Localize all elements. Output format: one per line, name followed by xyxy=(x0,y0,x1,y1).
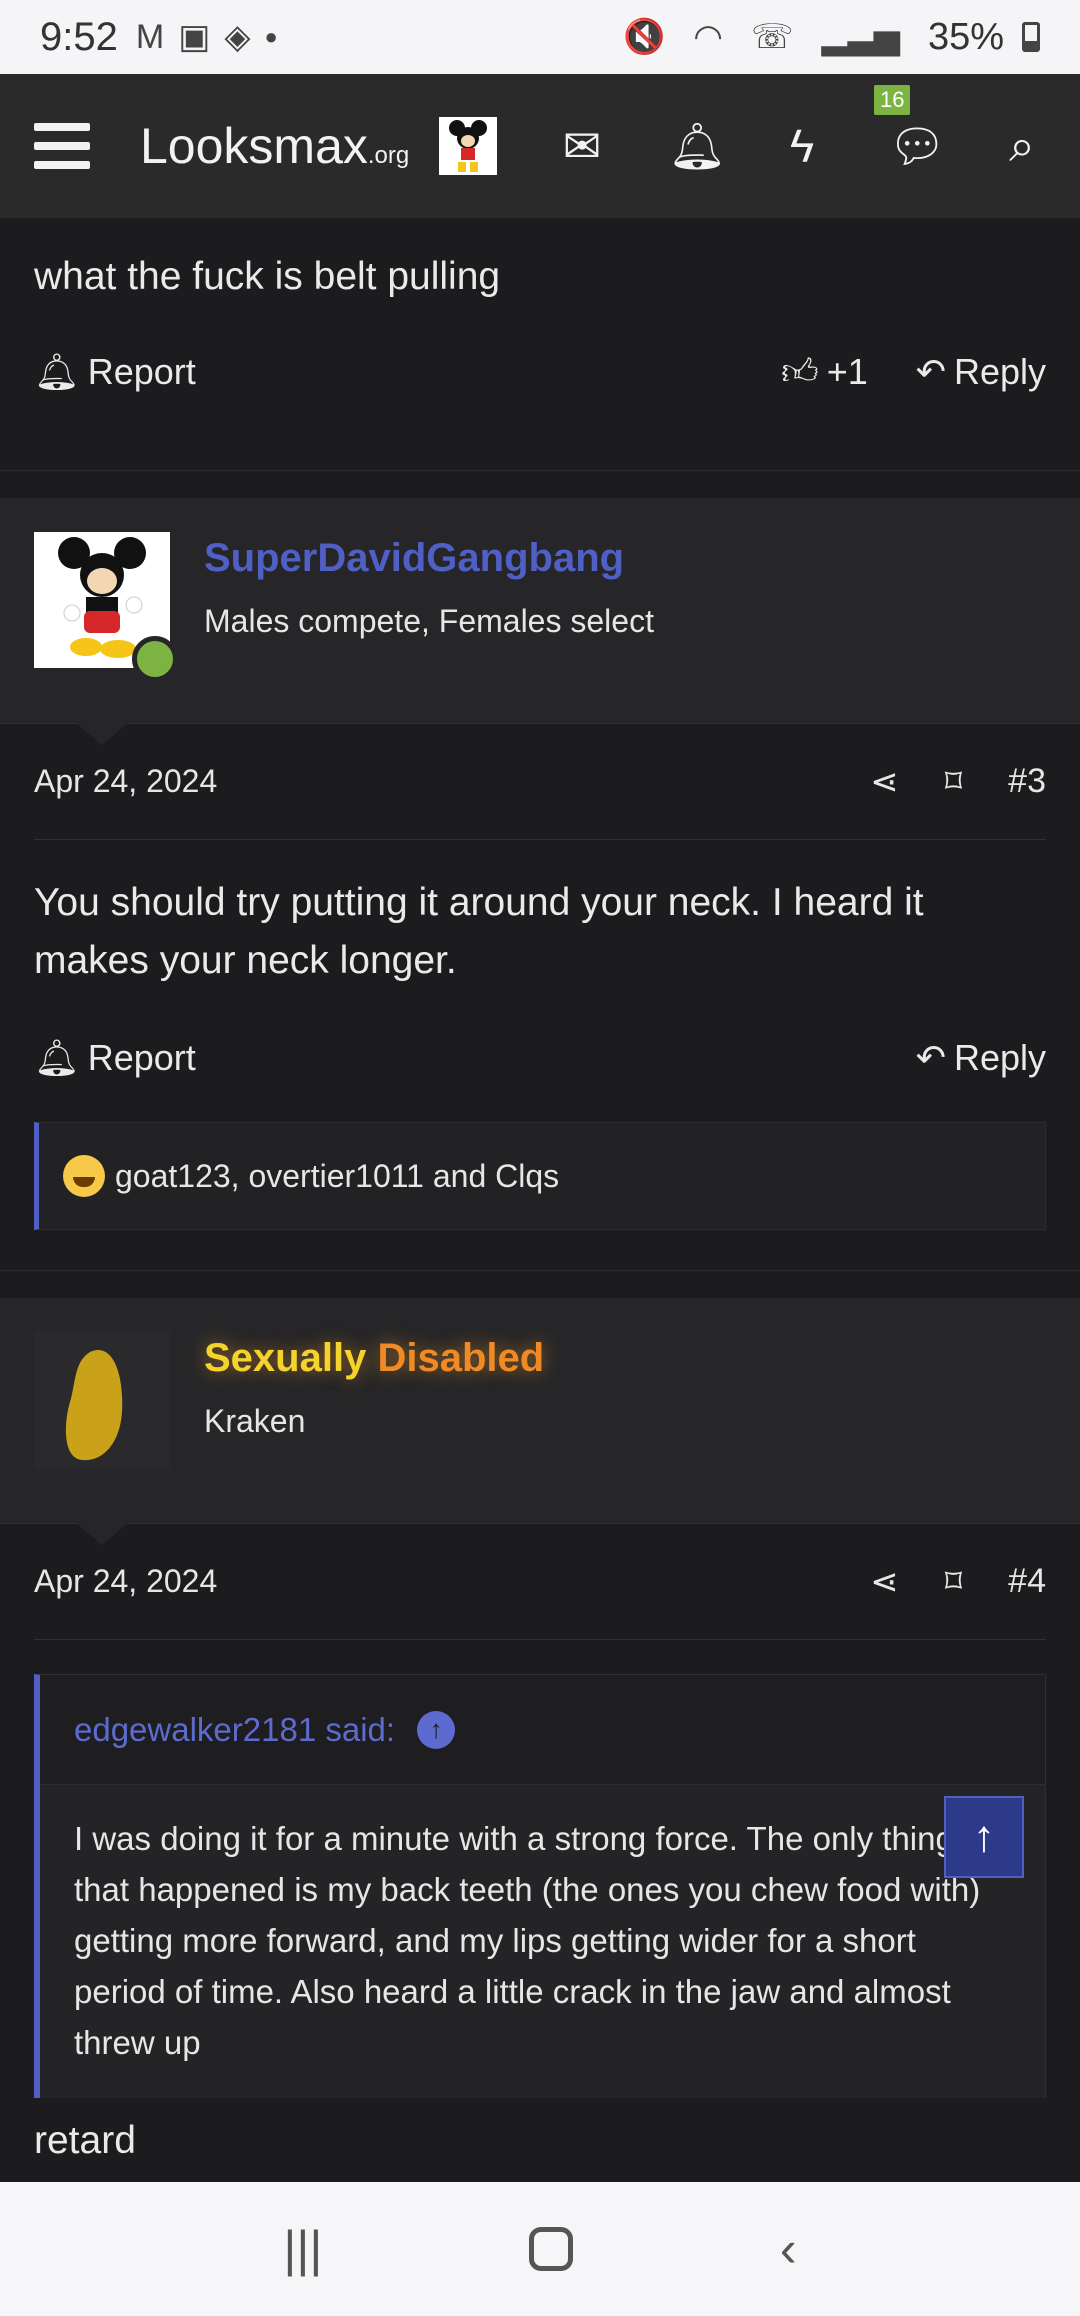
post-body: retard xyxy=(34,2119,136,2162)
reactions-users: goat123, overtier1011 and Clqs xyxy=(115,1157,560,1194)
post-separator xyxy=(0,1270,1080,1298)
report-button[interactable]: 🔔︎ Report xyxy=(34,1037,196,1079)
reply-label: Reply xyxy=(953,1037,1046,1078)
logo-text: Looksmax xyxy=(140,118,368,174)
bookmark-icon[interactable]: ⌑ xyxy=(945,762,962,802)
user-title: Males compete, Females select xyxy=(204,603,654,639)
status-time: 9:52 xyxy=(40,14,118,59)
share-icon[interactable]: ⋖ xyxy=(870,1562,899,1602)
post-meta: Apr 24, 2024 ⋖ ⌑ #4 xyxy=(34,1524,1046,1640)
logo-suffix: .org xyxy=(367,142,410,169)
back-icon[interactable]: ‹ xyxy=(780,2220,797,2278)
post-date[interactable]: Apr 24, 2024 xyxy=(34,1563,217,1600)
post-number[interactable]: #4 xyxy=(1008,1562,1046,1601)
system-nav-bar: ||| ‹ xyxy=(0,2182,1080,2316)
header-pointer xyxy=(76,723,128,745)
battery-icon xyxy=(1022,22,1040,52)
menu-icon[interactable] xyxy=(34,123,90,169)
site-navbar: Looksmax.org ✉ 🔔︎ ϟ 💬︎ 16 ⌕ xyxy=(0,74,1080,218)
app-icon: ◈ xyxy=(224,18,251,56)
post-4: Sexually Disabled Kraken Apr 24, 2024 ⋖ … xyxy=(0,1298,1080,2170)
like-count: +1 xyxy=(826,351,868,392)
online-status-icon xyxy=(132,636,178,682)
quote-author[interactable]: edgewalker2181 said: xyxy=(74,1711,395,1749)
username[interactable]: SuperDavidGangbang xyxy=(204,536,654,581)
post-date[interactable]: Apr 24, 2024 xyxy=(34,763,217,800)
avatar[interactable] xyxy=(34,1332,170,1468)
quote-body: I was doing it for a minute with a stron… xyxy=(74,1820,981,2061)
site-logo[interactable]: Looksmax.org xyxy=(140,117,409,175)
wifi-calling-icon: ☏ xyxy=(750,18,794,56)
post-meta: Apr 24, 2024 ⋖ ⌑ #3 xyxy=(34,724,1046,840)
dot-icon: ● xyxy=(264,24,278,49)
username-part: Disabled xyxy=(377,1336,545,1380)
share-icon[interactable]: ⋖ xyxy=(870,762,899,802)
photos-icon: ▣ xyxy=(178,18,211,56)
reply-button[interactable]: ↶ Reply xyxy=(916,351,1046,393)
home-icon[interactable] xyxy=(529,2227,574,2271)
bookmark-icon[interactable]: ⌑ xyxy=(945,1562,962,1602)
arrow-up-icon[interactable]: ↑ xyxy=(417,1710,456,1749)
reactions-bar[interactable]: goat123, overtier1011 and Clqs xyxy=(34,1122,1046,1230)
report-button[interactable]: 🔔︎ Report xyxy=(34,351,196,393)
header-pointer xyxy=(76,1523,128,1545)
post-2-tail: what the fuck is belt pulling 🔔︎ Report 👍… xyxy=(0,218,1080,426)
battery-percent: 35% xyxy=(927,15,1004,58)
report-label: Report xyxy=(87,1037,196,1078)
username[interactable]: Sexually Disabled xyxy=(204,1336,544,1381)
like-button[interactable]: 👍︎ +1 xyxy=(781,350,868,394)
inbox-icon[interactable]: ✉ xyxy=(558,119,606,173)
crying-laughing-emoji-icon xyxy=(63,1155,105,1197)
arrow-up-icon: ↑ xyxy=(973,1812,995,1861)
bell-icon: 🔔︎ xyxy=(34,1037,80,1078)
post-number[interactable]: #3 xyxy=(1008,762,1046,801)
post-3: SuperDavidGangbang Males compete, Female… xyxy=(0,498,1080,1230)
reply-icon: ↶ xyxy=(915,351,946,392)
account-avatar[interactable] xyxy=(439,117,498,175)
gmail-icon: M xyxy=(135,17,165,56)
bell-icon: 🔔︎ xyxy=(34,351,80,392)
mute-icon: 🔇 xyxy=(622,18,666,56)
reply-label: Reply xyxy=(953,351,1046,392)
reply-icon: ↶ xyxy=(915,1037,946,1078)
user-title: Kraken xyxy=(204,1403,306,1439)
avatar[interactable] xyxy=(34,532,178,682)
chat-icon[interactable]: 💬︎ 16 xyxy=(874,84,946,174)
status-bar: 9:52 M ▣ ◈ ● 🔇 ◠ ☏ ▂▃▅ 35% xyxy=(0,0,1080,74)
post-body: You should try putting it around your ne… xyxy=(34,881,924,982)
reply-button[interactable]: ↶ Reply xyxy=(916,1037,1046,1079)
thread-content: what the fuck is belt pulling 🔔︎ Report 👍… xyxy=(0,218,1080,2182)
user-header: Sexually Disabled Kraken xyxy=(0,1298,1080,1545)
recent-apps-icon[interactable]: ||| xyxy=(283,2220,322,2278)
scroll-to-top-button[interactable]: ↑ xyxy=(944,1796,1024,1878)
post-body: what the fuck is belt pulling xyxy=(34,255,501,298)
lightning-icon[interactable]: ϟ xyxy=(778,119,826,173)
post-separator xyxy=(0,470,1080,498)
bell-icon[interactable]: 🔔︎ xyxy=(668,119,726,174)
signal-icon: ▂▃▅ xyxy=(821,18,900,56)
user-header: SuperDavidGangbang Males compete, Female… xyxy=(0,498,1080,745)
chat-badge: 16 xyxy=(874,84,911,115)
username-part: Sexually xyxy=(204,1336,367,1380)
quote-block: edgewalker2181 said: ↑ I was doing it fo… xyxy=(34,1674,1046,2098)
wifi-6e-icon: ◠ xyxy=(693,18,723,56)
thumbs-up-icon: 👍︎ xyxy=(781,351,819,392)
quote-header[interactable]: edgewalker2181 said: ↑ xyxy=(40,1675,1045,1785)
report-label: Report xyxy=(87,351,196,392)
search-icon[interactable]: ⌕ xyxy=(998,118,1046,174)
